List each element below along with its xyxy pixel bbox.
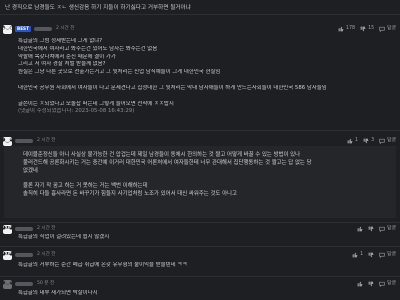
comment-time: 2 시간 전	[37, 225, 56, 231]
dislike-button[interactable]	[368, 226, 374, 232]
comment-line: 없겠네	[23, 167, 38, 174]
divider	[0, 276, 400, 277]
comment-line	[18, 77, 394, 85]
best-comment-actions: 178 15 답글	[338, 26, 396, 33]
reply-label: 답글	[387, 26, 396, 31]
comment-line: 대한민국에서 여자라고 봐주는건 있어도 남자는 봐주는건 없음	[18, 45, 158, 52]
comment-line: 그리고 저 여자 경찰 처벌 받을께 없음?	[18, 61, 106, 68]
like-button[interactable]: 1	[352, 252, 363, 259]
comment-body: 특급글의 거부하는 순간 폐급 취급에 온갖 유무형의 불이익을 받을텐데 ㅋㅋ	[18, 262, 394, 270]
comment-actions: 답글	[357, 226, 396, 233]
author-name[interactable]	[15, 227, 33, 231]
comment-line: 약할애 목갖다쳐에서 순진 때문에 결이 가가	[18, 53, 116, 60]
author-name[interactable]	[15, 282, 33, 286]
reply-body: 데이블준정신들 아니 사실상 불가능한 건 압겁는데 제일 남경들이 동체시 한…	[23, 152, 390, 199]
reply-block: 데이블준정신들 아니 사실상 불가능한 건 압겁는데 제일 남경들이 동체시 한…	[4, 146, 396, 218]
comment-line: 솔직히 다들 흉사라면 돈 바꾸기가 힘들지 사기업처럼 노조가 있어서 대신 …	[23, 191, 237, 198]
comment-time: 2 시간 전	[37, 137, 56, 143]
avatar[interactable]: ◕◡◕	[3, 279, 12, 289]
comment-thread: 난 경직으로 남경들도 ㅈㄴ 생신감음 하기 지들이 하기싫다고 거부하면 될거…	[0, 0, 400, 300]
best-comment-body: 특급글의 그럼 정제받는데 그게 없냐? 대한민국에서 여자라고 봐주는건 있어…	[18, 38, 394, 116]
like-button[interactable]: 1	[347, 138, 358, 145]
author-name[interactable]	[15, 139, 33, 143]
best-badge: BEST	[15, 25, 31, 32]
like-button[interactable]	[357, 226, 363, 232]
comment-actions: 답글	[357, 281, 396, 288]
best-comment-header: ◔◡◔ BEST 2 시간 전	[3, 24, 74, 34]
reply-icon	[379, 253, 385, 259]
comment-line: 특급글의 내부 재가되면 박살이나지	[18, 290, 98, 296]
thumbs-down-icon	[363, 139, 369, 144]
thumbs-down-icon	[368, 282, 374, 287]
reply-button[interactable]: 답글	[379, 26, 396, 33]
comment-line	[18, 93, 394, 101]
thumbs-up-icon	[338, 27, 344, 32]
reply-icon	[379, 139, 385, 145]
divider	[0, 246, 400, 247]
dislike-button[interactable]	[368, 252, 374, 258]
avatar[interactable]: ◕ᴥ◕	[3, 224, 12, 234]
comment-text-top: 난 경직으로 남경들도 ㅈㄴ 생신감음 하기 지들이 하기싫다고 거부하면 될거…	[5, 5, 191, 11]
thumbs-up-icon	[357, 227, 363, 232]
like-count: 178	[345, 26, 356, 31]
like-button[interactable]	[357, 281, 363, 287]
edited-note: (댓글이 수정되었습니다: 2023-05-08 16:43:29)	[18, 108, 135, 115]
like-count: 1	[355, 138, 359, 143]
divider	[0, 222, 400, 223]
comment-line: 데이블준정신들 아니 사실상 불가능한 건 압겁는데 제일 남경들이 동체시 한…	[23, 152, 301, 158]
reply-button[interactable]: 답글	[379, 226, 396, 233]
comment-body: 특급글의 내부 재가되면 박살이나지	[18, 290, 394, 298]
reply-label: 답글	[387, 252, 396, 257]
reply-button[interactable]: 답글	[379, 138, 396, 145]
comment-line: 특급글의 그럼 정제받는데 그게 없냐?	[18, 38, 103, 44]
comment-line: 글쓴이는 ㅈ되었다고 모돌잡 떠는데 그렇게 들어오면 전착에 ㅈㅈ밥지	[18, 100, 174, 107]
like-count: 1	[360, 252, 364, 257]
reply-button[interactable]: 답글	[379, 252, 396, 259]
thumbs-up-icon	[352, 253, 358, 258]
comment-actions: 1 답글	[352, 252, 396, 259]
author-name[interactable]	[15, 253, 33, 257]
dislike-button[interactable]	[368, 281, 374, 287]
comment-header: ◕ᴥ◕ 2 시간 전	[3, 224, 56, 234]
comment-time: 2 시간 전	[55, 25, 75, 31]
reply-label: 답글	[387, 226, 396, 231]
comment-line: 특급글의 직업이 걸려있는데 쉽지 않겠지	[18, 234, 110, 240]
reply-icon	[379, 282, 385, 288]
like-button[interactable]: 178	[338, 26, 355, 33]
reply-label: 답글	[387, 138, 396, 143]
comment-line: 물론 자기 작 꿈고 하는 거 못하는 거는 백번 이해하는데	[23, 183, 148, 190]
comment-line: 특급글의 거부하는 순간 폐급 취급에 온갖 유무형의 불이익을 받을텐데 ㅋㅋ	[18, 262, 188, 268]
thumbs-up-icon	[357, 282, 363, 287]
thumbs-down-icon	[360, 27, 366, 32]
reply-header: ◕‿◕ 2 시간 전	[3, 136, 56, 146]
avatar[interactable]: ◕‿◕	[3, 136, 12, 146]
comment-body: 특급글의 직업이 걸려있는데 쉽지 않겠지	[18, 234, 394, 242]
thumbs-down-icon	[368, 227, 374, 232]
comment-time: 2 시간 전	[37, 251, 56, 257]
comment-line: 원실은 그냥 다른 곳으로 전출가는거고 그 뒷처리는 신업 남직예들이 그게 …	[18, 69, 221, 76]
comment-line: 대한민국 공무원 사회에서 여자들이 다고 문제견다고 집정대한 그 뒷처리는 …	[18, 84, 327, 91]
divider	[0, 14, 400, 15]
avatar[interactable]: ◔◡◔	[3, 24, 12, 34]
dislike-button[interactable]: 15	[360, 26, 374, 33]
thumbs-down-icon	[368, 253, 374, 258]
dislike-count: 15	[368, 26, 375, 31]
dislike-count: 3	[371, 138, 375, 143]
comment-line: 불러건드해 공론화시키는 거는 중간예 이거러 대한민국 어론처에서 여자들한테…	[23, 159, 312, 166]
reply-actions: 1 3 답글	[347, 138, 396, 145]
avatar[interactable]: ◕ᴥ◕	[3, 250, 12, 260]
reply-label: 답글	[387, 281, 396, 286]
author-name[interactable]	[33, 27, 52, 31]
comment-time: 50 분 전	[37, 280, 55, 286]
comment-header: ◕ᴥ◕ 2 시간 전	[3, 250, 56, 260]
reply-icon	[379, 227, 385, 233]
reply-icon	[379, 27, 385, 33]
dislike-button[interactable]: 3	[363, 138, 374, 145]
comment-header: ◕◡◕ 50 분 전	[3, 279, 54, 289]
thumbs-up-icon	[347, 139, 353, 144]
reply-button[interactable]: 답글	[379, 281, 396, 288]
divider	[0, 130, 400, 131]
